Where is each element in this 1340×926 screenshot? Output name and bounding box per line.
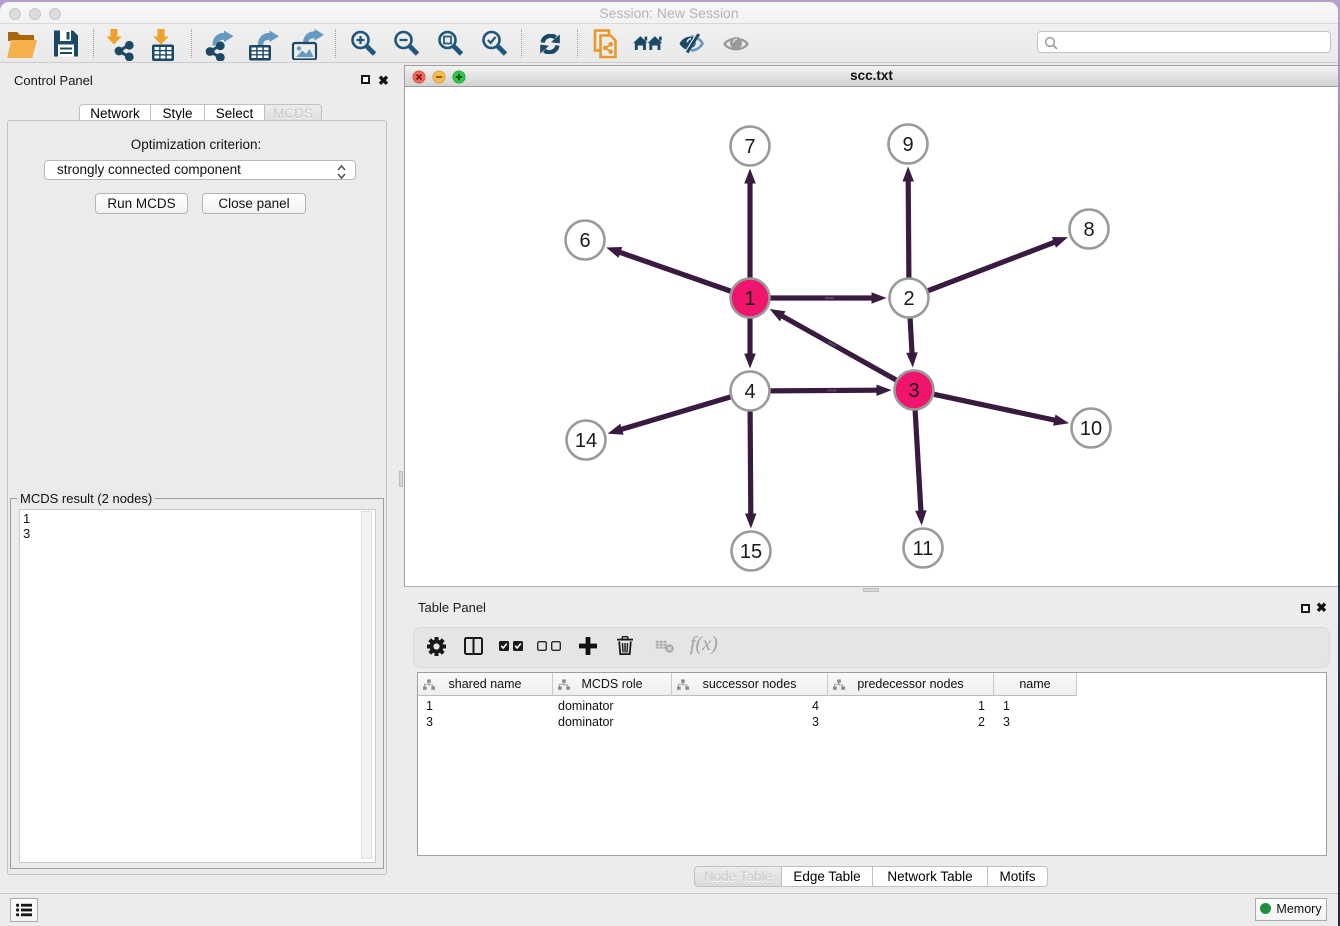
svg-text:8: 8 bbox=[1083, 219, 1094, 241]
svg-text:6: 6 bbox=[579, 230, 590, 252]
svg-text:10: 10 bbox=[1080, 418, 1102, 440]
svg-text:4: 4 bbox=[744, 381, 755, 403]
svg-text:2: 2 bbox=[903, 288, 914, 310]
svg-text:3: 3 bbox=[908, 380, 919, 402]
svg-text:11: 11 bbox=[913, 538, 934, 560]
svg-text:15: 15 bbox=[740, 541, 762, 563]
svg-text:1: 1 bbox=[744, 288, 755, 310]
svg-text:7: 7 bbox=[744, 136, 755, 158]
svg-text:14: 14 bbox=[575, 430, 597, 452]
svg-text:9: 9 bbox=[902, 134, 913, 156]
